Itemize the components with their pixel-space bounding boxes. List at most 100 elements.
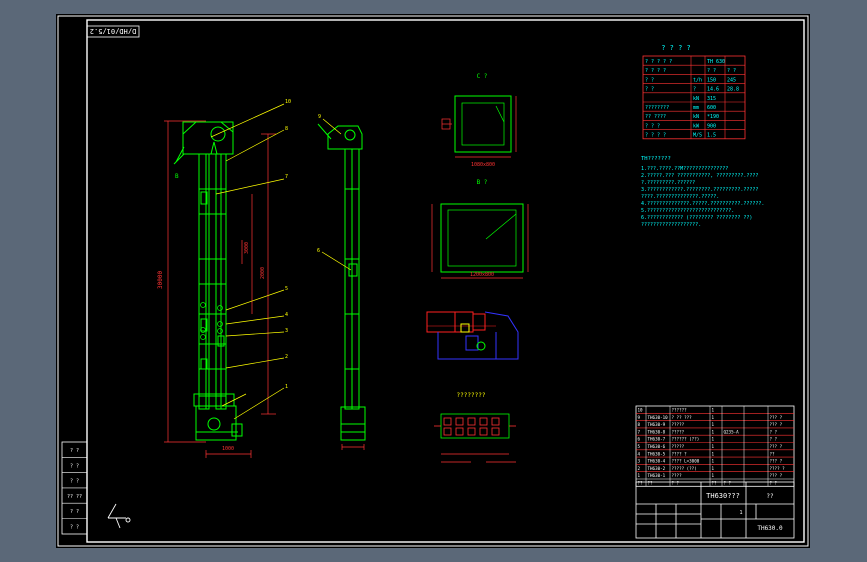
parts-cell: ??? ? [770, 459, 783, 464]
spec-cell: 14.6 [707, 87, 719, 93]
parts-list[interactable]: 10?????? 19 TH630-10? ?? ??? 1??? ?8 TH630-9… [635, 405, 795, 487]
spec-cell: ? ? ? [645, 123, 660, 129]
revision-cell: ? ? [70, 525, 79, 531]
section-b-dim: 1200x800 [470, 272, 494, 278]
elevator-casing [173, 121, 243, 441]
drive-detail-view[interactable] [426, 311, 519, 360]
note-line: 3.????????????.????????.?????????.????? [641, 187, 758, 193]
spec-cell: ? ? ? ? ? [645, 59, 672, 65]
section-b-outer [440, 203, 524, 273]
parts-cell: 3 [638, 459, 641, 464]
parts-cell: TH630-5 [648, 451, 666, 456]
section-b-label: B ? [477, 179, 488, 186]
spec-cell: 28.8 [727, 87, 739, 93]
section-b-dims [431, 204, 529, 279]
ucs-icon [107, 503, 131, 529]
revision-cell: ? ? [70, 463, 79, 469]
parts-cell: TH630-10 [648, 415, 669, 420]
spec-cell: t/h [693, 77, 702, 83]
front-balloons: 10 8 7 5 4 3 2 1 [285, 99, 291, 390]
parts-cell: 1 [712, 473, 715, 478]
side-balloon-6: 6 [317, 248, 320, 254]
spec-table[interactable]: ? ? ? ? ? ? ? ? ? TH 630? ? ? ?? ?? ?? ? t… [642, 44, 746, 140]
spec-cell: ? ? [645, 77, 654, 83]
note-line: 4.??????????????.?????.??????????.??????… [641, 201, 764, 207]
parts-cell: 5 [638, 444, 641, 449]
section-c-view[interactable]: C ? 1080x800 [441, 73, 517, 168]
parts-cell: ???? ? [672, 451, 688, 456]
dim-overall-height: 30000 [157, 271, 164, 289]
revision-cell: ? ? [70, 509, 79, 515]
parts-cell: ???? [672, 473, 683, 478]
parts-cell: ??? ? [770, 422, 783, 427]
title-block-name: TH630??? [706, 492, 740, 500]
parts-cell: TH630-2 [648, 466, 666, 471]
parts-cell: 8 [638, 422, 641, 427]
dim-lower: 2000 [260, 267, 266, 279]
parts-cell: 1 [712, 408, 715, 413]
spec-cell: kN [693, 114, 699, 120]
side-leaders [321, 118, 352, 271]
svg-text:5: 5 [285, 286, 288, 292]
revision-cell: ? ? [70, 448, 79, 454]
parts-cell: ?????? [672, 408, 688, 413]
spec-cell: ? [693, 87, 696, 93]
title-block-scale: ?? [766, 493, 774, 500]
parts-cell: ??? ? [770, 473, 783, 478]
parts-cell: ????? (??) [672, 466, 697, 471]
section-c-dim: 1080x800 [471, 162, 495, 168]
elevator-side-view[interactable]: 9 6 [317, 114, 366, 450]
parts-cell: ? ? [724, 481, 732, 486]
section-c-label: C ? [477, 73, 488, 80]
revision-cell: ? ? [70, 479, 79, 485]
section-c-dims [441, 96, 517, 158]
parts-cell: 1 [712, 437, 715, 442]
revision-block: ? ? ? ? ? ? ?? ?? ? ? ? ? [61, 441, 88, 535]
note-line: ????.??????????????.?????. [641, 194, 719, 200]
bolt-holes [434, 417, 516, 463]
cad-viewport[interactable]: D/HD/01/5.2 30000 1000 2000 3000 10 8 7 … [56, 14, 810, 548]
side-balloon-9: 9 [318, 114, 321, 120]
parts-cell: ????? [672, 422, 685, 427]
parts-cell: 1 [712, 466, 715, 471]
spec-cell: ?? ???? [645, 114, 666, 120]
spec-cell: ? ? [727, 68, 736, 74]
spec-table-title: ? ? ? ? [661, 44, 691, 52]
parts-cell: ?? [712, 481, 718, 486]
title-block[interactable]: TH630??? ?? TH630.0 1 [635, 481, 795, 539]
parts-cell: TH630-4 [648, 459, 666, 464]
hole-pattern [200, 302, 223, 340]
drawing-canvas[interactable]: D/HD/01/5.2 30000 1000 2000 3000 10 8 7 … [56, 14, 810, 548]
parts-cell: 1 [712, 422, 715, 427]
svg-text:1: 1 [285, 384, 288, 390]
parts-cell: 4 [638, 451, 641, 456]
technical-notes: TH??????? 1.???.????.??M???????????????2… [641, 156, 764, 228]
parts-cell: TH630-6 [648, 444, 666, 449]
drive-detail-shapes [426, 311, 519, 360]
spec-cell: 600 [707, 105, 716, 111]
parts-cell: 1 [638, 473, 641, 478]
parts-cell: ?? [638, 481, 644, 486]
spec-cell: ???????? [645, 105, 669, 111]
parts-cell: ? ? [672, 481, 680, 486]
parts-cell: ? ?? ??? [672, 415, 693, 420]
side-casing [317, 123, 366, 441]
parts-cell: TH630-9 [648, 422, 666, 427]
section-b-inner [447, 209, 517, 267]
section-b-view[interactable]: B ? 1200x800 [431, 179, 529, 279]
spec-cell: M/S [693, 133, 702, 139]
note-line: 2.?????.??? ???????????, ?????????.???? [641, 173, 758, 179]
parts-cell: ??? ? [770, 444, 783, 449]
parts-cell: 1 [712, 429, 715, 434]
parts-cell: 1 [712, 459, 715, 464]
spec-cell: TH 630 [707, 59, 725, 65]
bolt-pattern-view[interactable]: ???????? [434, 392, 516, 463]
title-block-drawing-no: TH630.0 [757, 525, 783, 532]
spec-cell: 900 [707, 123, 716, 129]
title-block-sheet: 1 [739, 510, 742, 516]
note-line: 6.???????????? (???????? ???????? ??) [641, 215, 752, 221]
parts-cell: 2 [638, 466, 641, 471]
parts-cell: ????? [672, 429, 685, 434]
elevator-front-view[interactable]: 30000 1000 2000 3000 10 8 7 5 4 3 2 1 B [157, 99, 291, 458]
note-line: ???????????????????. [641, 222, 701, 228]
